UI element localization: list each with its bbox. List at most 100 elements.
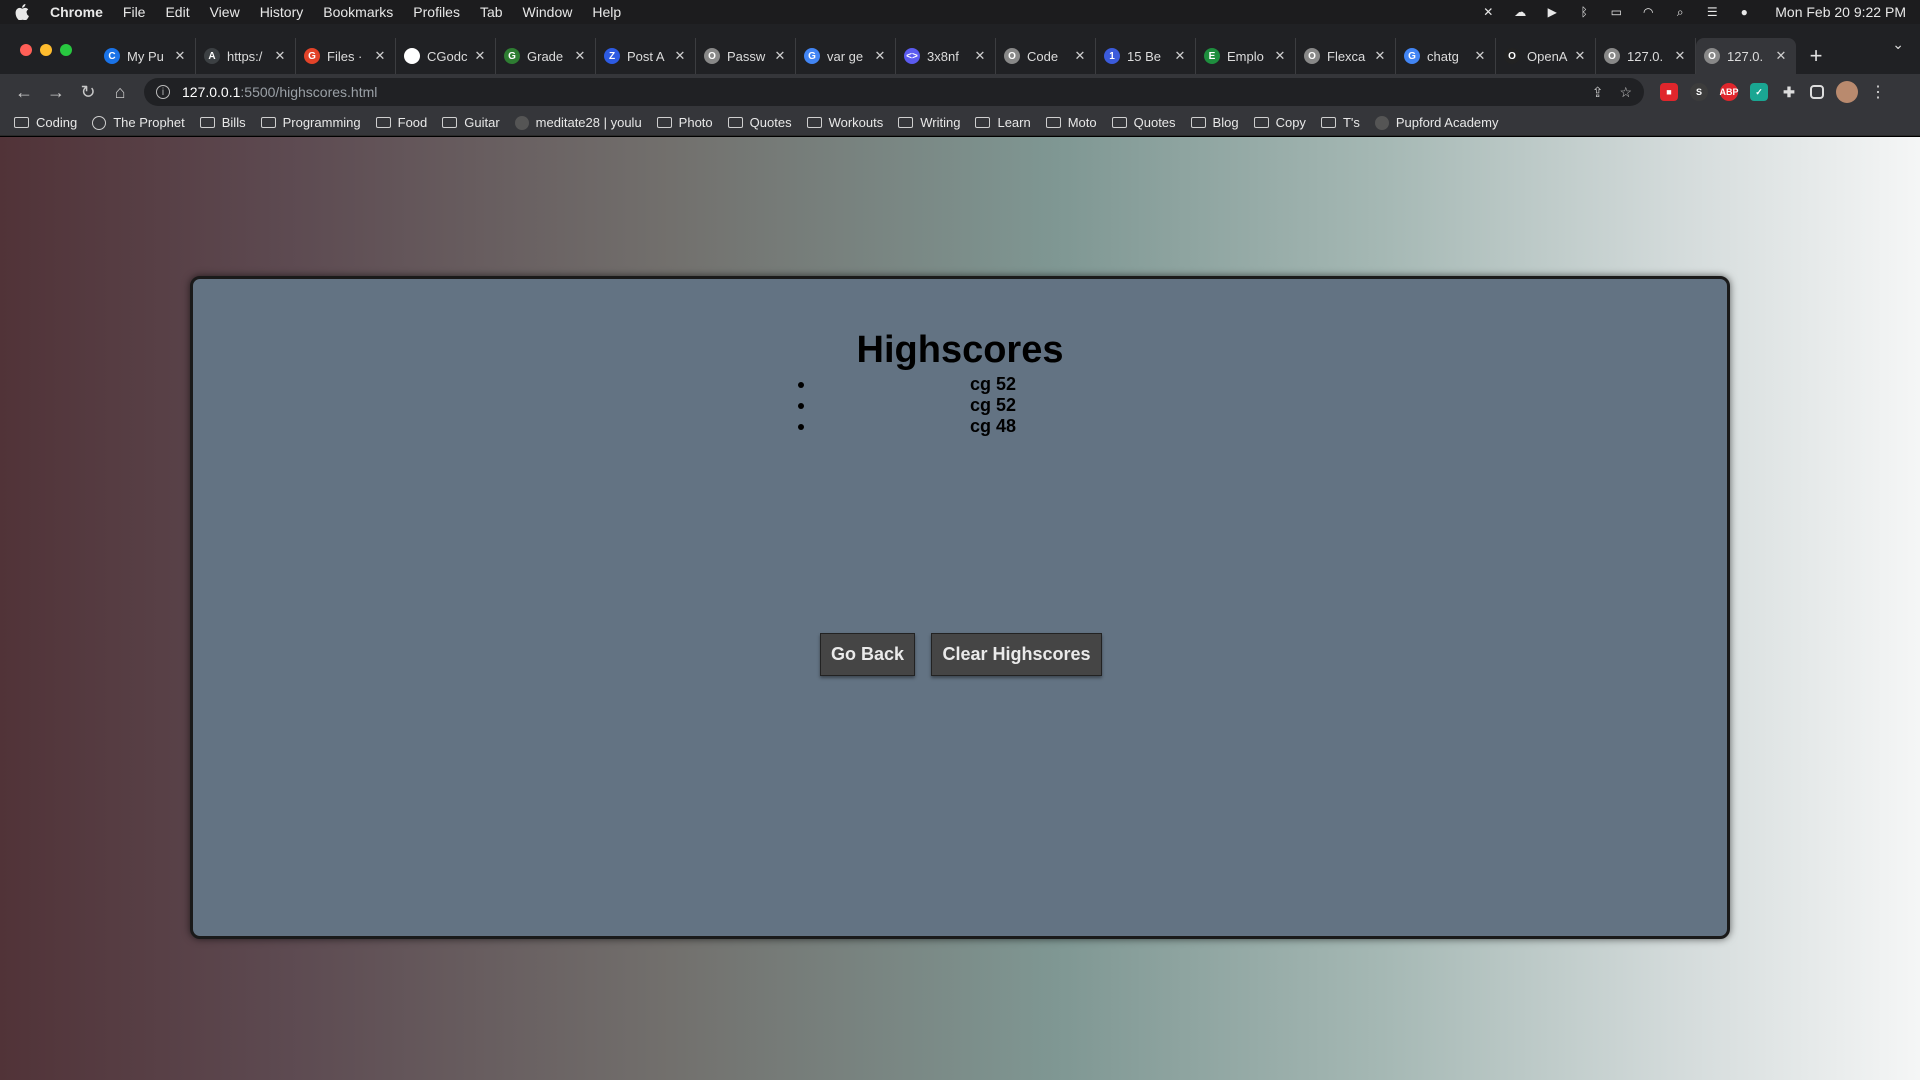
tab-close-icon[interactable]: ✕: [973, 48, 987, 64]
browser-tab[interactable]: O Passw ✕: [696, 38, 796, 74]
browser-tab[interactable]: G Files · ✕: [296, 38, 396, 74]
tab-close-icon[interactable]: ✕: [1373, 48, 1387, 64]
more-menu-icon[interactable]: ⋮: [1870, 82, 1886, 102]
browser-tab[interactable]: O 127.0. ✕: [1696, 38, 1796, 74]
side-panel-icon[interactable]: [1810, 85, 1824, 99]
bookmark-item[interactable]: Learn: [975, 115, 1031, 130]
bookmark-item[interactable]: T's: [1320, 115, 1360, 130]
browser-tab[interactable]: G CGodc ✕: [396, 38, 496, 74]
tab-close-icon[interactable]: ✕: [773, 48, 787, 64]
tab-close-icon[interactable]: ✕: [1774, 48, 1788, 64]
menu-file[interactable]: File: [123, 4, 146, 20]
profile-avatar[interactable]: [1836, 81, 1858, 103]
new-tab-button[interactable]: +: [1802, 38, 1830, 74]
bookmark-item[interactable]: The Prophet: [92, 115, 185, 130]
bookmark-item[interactable]: Photo: [656, 115, 713, 130]
browser-tab[interactable]: Z Post A ✕: [596, 38, 696, 74]
menu-profiles[interactable]: Profiles: [413, 4, 460, 20]
bookmark-item[interactable]: Workouts: [806, 115, 883, 130]
browser-tab[interactable]: C My Pu ✕: [96, 38, 196, 74]
tab-search-chevron-icon[interactable]: ⌄: [1892, 36, 1904, 53]
forward-arrow-icon[interactable]: →: [42, 78, 70, 106]
menu-bookmarks[interactable]: Bookmarks: [323, 4, 393, 20]
bookmark-item[interactable]: Quotes: [1111, 115, 1176, 130]
play-icon[interactable]: ▶: [1543, 5, 1561, 19]
menu-view[interactable]: View: [210, 4, 240, 20]
tab-title: Post A: [627, 48, 665, 64]
browser-tab[interactable]: Gchatg ✕: [1396, 38, 1496, 74]
bookmark-item[interactable]: Moto: [1045, 115, 1097, 130]
share-icon[interactable]: ⇪: [1592, 84, 1604, 101]
browser-tab[interactable]: G Grade ✕: [496, 38, 596, 74]
address-bar[interactable]: i 127.0.0.1:5500/highscores.html ⇪ ☆: [144, 78, 1644, 106]
battery-icon[interactable]: ▭: [1607, 5, 1625, 19]
s-extension-icon[interactable]: S: [1690, 83, 1708, 101]
bookmark-item[interactable]: Bills: [199, 115, 246, 130]
tab-close-icon[interactable]: ✕: [1273, 48, 1287, 64]
site-info-icon[interactable]: i: [156, 85, 170, 99]
go-back-button[interactable]: Go Back: [820, 633, 915, 676]
home-icon[interactable]: ⌂: [106, 78, 134, 106]
reload-icon[interactable]: ↻: [74, 78, 102, 106]
tab-close-icon[interactable]: ✕: [473, 48, 487, 64]
browser-tab[interactable]: 1 15 Be ✕: [1096, 38, 1196, 74]
bluetooth-icon[interactable]: ᛒ: [1575, 5, 1593, 19]
back-arrow-icon[interactable]: ←: [10, 78, 38, 106]
browser-tab[interactable]: O Code ✕: [996, 38, 1096, 74]
bookmark-item[interactable]: Food: [375, 115, 427, 130]
menu-app-name[interactable]: Chrome: [50, 4, 103, 20]
bookmark-item[interactable]: Programming: [260, 115, 361, 130]
creative-cloud-icon[interactable]: ☁: [1511, 5, 1529, 19]
bookmark-item[interactable]: Pupford Academy: [1374, 115, 1499, 130]
tab-close-icon[interactable]: ✕: [1073, 48, 1087, 64]
bookmark-item[interactable]: Guitar: [442, 115, 500, 130]
menu-window[interactable]: Window: [523, 4, 573, 20]
bookmark-item[interactable]: Writing: [898, 115, 960, 130]
check-extension-icon[interactable]: ✓: [1750, 83, 1768, 101]
tab-strip: C My Pu ✕ Ahttps:/✕ G Files · ✕ G CGodc ✕ G Grade ✕ Z…: [0, 24, 1920, 74]
tab-close-icon[interactable]: ✕: [1573, 48, 1587, 64]
spotlight-search-icon[interactable]: ⌕: [1671, 5, 1689, 19]
tab-close-icon[interactable]: ✕: [673, 48, 687, 64]
browser-tab[interactable]: O Flexca ✕: [1296, 38, 1396, 74]
menu-clock[interactable]: Mon Feb 20 9:22 PM: [1775, 4, 1906, 20]
adblock-plus-icon[interactable]: ABP: [1720, 83, 1739, 101]
apple-icon[interactable]: [14, 4, 30, 20]
bookmark-item[interactable]: Coding: [14, 115, 77, 130]
bookmark-item[interactable]: Copy: [1253, 115, 1306, 130]
browser-tab[interactable]: <> 3x8nf ✕: [896, 38, 996, 74]
control-center-icon[interactable]: ☰: [1703, 5, 1721, 19]
browser-tab[interactable]: E Emplo ✕: [1196, 38, 1296, 74]
folder-icon: [1045, 117, 1061, 128]
siri-icon[interactable]: ●: [1735, 5, 1753, 19]
browser-tab[interactable]: Ahttps:/ ✕: [196, 38, 296, 74]
tab-close-icon[interactable]: ✕: [173, 48, 187, 64]
browser-tab[interactable]: Gvar ge ✕: [796, 38, 896, 74]
browser-tab[interactable]: O 127.0. ✕: [1596, 38, 1696, 74]
lock-extension-icon[interactable]: ■: [1660, 83, 1678, 101]
tab-close-icon[interactable]: ✕: [873, 48, 887, 64]
tab-close-icon[interactable]: ✕: [373, 48, 387, 64]
tab-close-icon[interactable]: ✕: [1173, 48, 1187, 64]
tab-close-icon[interactable]: ✕: [573, 48, 587, 64]
tab-close-icon[interactable]: ✕: [1673, 48, 1687, 64]
bookmark-item[interactable]: meditate28 | youlu: [514, 115, 642, 130]
bookmark-item[interactable]: Quotes: [727, 115, 792, 130]
minimize-window-button[interactable]: [40, 44, 52, 56]
menu-edit[interactable]: Edit: [165, 4, 189, 20]
browser-tab[interactable]: O OpenA ✕: [1496, 38, 1596, 74]
close-window-button[interactable]: [20, 44, 32, 56]
menu-history[interactable]: History: [260, 4, 304, 20]
bookmark-star-icon[interactable]: ☆: [1619, 84, 1632, 101]
bookmark-item[interactable]: Blog: [1190, 115, 1239, 130]
tab-close-icon[interactable]: ✕: [273, 48, 287, 64]
clear-highscores-button[interactable]: Clear Highscores: [931, 633, 1102, 676]
puzzle-extensions-icon[interactable]: ✚: [1780, 83, 1798, 101]
zoom-window-button[interactable]: [60, 44, 72, 56]
menu-tab[interactable]: Tab: [480, 4, 503, 20]
menu-help[interactable]: Help: [592, 4, 621, 20]
wifi-icon[interactable]: ◠: [1639, 5, 1657, 19]
tab-close-icon[interactable]: ✕: [1473, 48, 1487, 64]
site-favicon-icon: [1374, 115, 1389, 130]
tool-icon[interactable]: ✕: [1479, 5, 1497, 19]
